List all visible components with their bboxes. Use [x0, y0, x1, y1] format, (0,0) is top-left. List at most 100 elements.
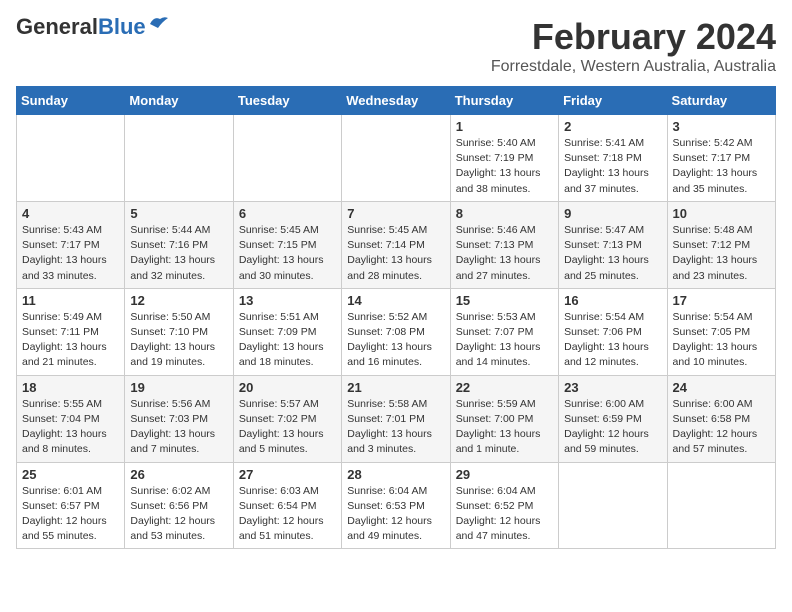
day-info: Sunrise: 5:40 AMSunset: 7:19 PMDaylight:…	[456, 136, 553, 197]
calendar-cell: 15 Sunrise: 5:53 AMSunset: 7:07 PMDayligh…	[450, 288, 558, 375]
page-header: GeneralBlue February 2024 Forrestdale, W…	[16, 16, 776, 76]
day-info: Sunrise: 5:56 AMSunset: 7:03 PMDaylight:…	[130, 397, 227, 458]
day-info: Sunrise: 5:47 AMSunset: 7:13 PMDaylight:…	[564, 223, 661, 284]
logo-text: GeneralBlue	[16, 16, 146, 38]
calendar-cell	[233, 115, 341, 202]
day-info: Sunrise: 5:42 AMSunset: 7:17 PMDaylight:…	[673, 136, 770, 197]
calendar-cell: 2 Sunrise: 5:41 AMSunset: 7:18 PMDaylight…	[559, 115, 667, 202]
day-info: Sunrise: 5:55 AMSunset: 7:04 PMDaylight:…	[22, 397, 119, 458]
day-number: 1	[456, 119, 553, 134]
day-info: Sunrise: 5:46 AMSunset: 7:13 PMDaylight:…	[456, 223, 553, 284]
calendar-cell	[559, 462, 667, 549]
weekday-header: Monday	[125, 87, 233, 115]
calendar-table: SundayMondayTuesdayWednesdayThursdayFrid…	[16, 86, 776, 549]
calendar-header-row: SundayMondayTuesdayWednesdayThursdayFrid…	[17, 87, 776, 115]
day-number: 17	[673, 293, 770, 308]
day-number: 29	[456, 467, 553, 482]
day-info: Sunrise: 6:04 AMSunset: 6:53 PMDaylight:…	[347, 484, 444, 545]
calendar-cell: 7Sunrise: 5:45 AMSunset: 7:14 PMDaylight…	[342, 201, 450, 288]
day-info: Sunrise: 5:54 AMSunset: 7:06 PMDaylight:…	[564, 310, 661, 371]
calendar-cell: 6Sunrise: 5:45 AMSunset: 7:15 PMDaylight…	[233, 201, 341, 288]
calendar-cell: 23Sunrise: 6:00 AMSunset: 6:59 PMDayligh…	[559, 375, 667, 462]
day-info: Sunrise: 5:59 AMSunset: 7:00 PMDaylight:…	[456, 397, 553, 458]
day-number: 14	[347, 293, 444, 308]
day-info: Sunrise: 6:03 AMSunset: 6:54 PMDaylight:…	[239, 484, 336, 545]
calendar-cell: 11 Sunrise: 5:49 AMSunset: 7:11 PMDayligh…	[17, 288, 125, 375]
calendar-cell	[667, 462, 775, 549]
calendar-cell: 25 Sunrise: 6:01 AMSunset: 6:57 PMDayligh…	[17, 462, 125, 549]
calendar-cell: 1 Sunrise: 5:40 AMSunset: 7:19 PMDaylight…	[450, 115, 558, 202]
month-title: February 2024	[491, 16, 776, 58]
day-number: 4	[22, 206, 119, 221]
day-number: 3	[673, 119, 770, 134]
calendar-week-row: 11 Sunrise: 5:49 AMSunset: 7:11 PMDayligh…	[17, 288, 776, 375]
day-number: 5	[130, 206, 227, 221]
day-number: 22	[456, 380, 553, 395]
day-info: Sunrise: 6:01 AMSunset: 6:57 PMDaylight:…	[22, 484, 119, 545]
day-info: Sunrise: 5:51 AMSunset: 7:09 PMDaylight:…	[239, 310, 336, 371]
day-info: Sunrise: 5:43 AMSunset: 7:17 PMDaylight:…	[22, 223, 119, 284]
calendar-cell: 22 Sunrise: 5:59 AMSunset: 7:00 PMDayligh…	[450, 375, 558, 462]
calendar-cell: 10 Sunrise: 5:48 AMSunset: 7:12 PMDayligh…	[667, 201, 775, 288]
day-number: 11	[22, 293, 119, 308]
day-number: 25	[22, 467, 119, 482]
day-number: 13	[239, 293, 336, 308]
day-info: Sunrise: 5:44 AMSunset: 7:16 PMDaylight:…	[130, 223, 227, 284]
day-info: Sunrise: 5:50 AMSunset: 7:10 PMDaylight:…	[130, 310, 227, 371]
calendar-week-row: 1 Sunrise: 5:40 AMSunset: 7:19 PMDaylight…	[17, 115, 776, 202]
calendar-cell: 8 Sunrise: 5:46 AMSunset: 7:13 PMDaylight…	[450, 201, 558, 288]
weekday-header: Saturday	[667, 87, 775, 115]
weekday-header: Wednesday	[342, 87, 450, 115]
calendar-cell	[342, 115, 450, 202]
calendar-cell: 24 Sunrise: 6:00 AMSunset: 6:58 PMDayligh…	[667, 375, 775, 462]
location-title: Forrestdale, Western Australia, Australi…	[491, 58, 776, 76]
day-info: Sunrise: 6:04 AMSunset: 6:52 PMDaylight:…	[456, 484, 553, 545]
day-info: Sunrise: 6:00 AMSunset: 6:58 PMDaylight:…	[673, 397, 770, 458]
calendar-cell: 12 Sunrise: 5:50 AMSunset: 7:10 PMDayligh…	[125, 288, 233, 375]
day-number: 10	[673, 206, 770, 221]
calendar-cell	[125, 115, 233, 202]
logo-bird-icon	[148, 14, 170, 32]
day-number: 24	[673, 380, 770, 395]
day-number: 26	[130, 467, 227, 482]
day-number: 28	[347, 467, 444, 482]
calendar-cell: 28 Sunrise: 6:04 AMSunset: 6:53 PMDayligh…	[342, 462, 450, 549]
logo-general: General	[16, 14, 98, 39]
calendar-cell: 3 Sunrise: 5:42 AMSunset: 7:17 PMDaylight…	[667, 115, 775, 202]
day-info: Sunrise: 5:45 AMSunset: 7:15 PMDaylight:…	[239, 223, 336, 284]
day-info: Sunrise: 5:48 AMSunset: 7:12 PMDaylight:…	[673, 223, 770, 284]
calendar-cell: 19Sunrise: 5:56 AMSunset: 7:03 PMDayligh…	[125, 375, 233, 462]
calendar-cell: 9 Sunrise: 5:47 AMSunset: 7:13 PMDaylight…	[559, 201, 667, 288]
day-info: Sunrise: 5:49 AMSunset: 7:11 PMDaylight:…	[22, 310, 119, 371]
calendar-cell: 5 Sunrise: 5:44 AMSunset: 7:16 PMDaylight…	[125, 201, 233, 288]
calendar-cell: 27 Sunrise: 6:03 AMSunset: 6:54 PMDayligh…	[233, 462, 341, 549]
title-area: February 2024 Forrestdale, Western Austr…	[491, 16, 776, 76]
day-number: 9	[564, 206, 661, 221]
day-info: Sunrise: 5:57 AMSunset: 7:02 PMDaylight:…	[239, 397, 336, 458]
day-info: Sunrise: 5:58 AMSunset: 7:01 PMDaylight:…	[347, 397, 444, 458]
day-number: 7	[347, 206, 444, 221]
day-info: Sunrise: 5:53 AMSunset: 7:07 PMDaylight:…	[456, 310, 553, 371]
weekday-header: Sunday	[17, 87, 125, 115]
day-info: Sunrise: 6:00 AMSunset: 6:59 PMDaylight:…	[564, 397, 661, 458]
calendar-cell: 29 Sunrise: 6:04 AMSunset: 6:52 PMDayligh…	[450, 462, 558, 549]
day-number: 15	[456, 293, 553, 308]
day-number: 16	[564, 293, 661, 308]
day-number: 21	[347, 380, 444, 395]
day-number: 12	[130, 293, 227, 308]
calendar-cell: 14 Sunrise: 5:52 AMSunset: 7:08 PMDayligh…	[342, 288, 450, 375]
weekday-header: Thursday	[450, 87, 558, 115]
day-info: Sunrise: 5:54 AMSunset: 7:05 PMDaylight:…	[673, 310, 770, 371]
calendar-cell: 17 Sunrise: 5:54 AMSunset: 7:05 PMDayligh…	[667, 288, 775, 375]
day-number: 27	[239, 467, 336, 482]
day-info: Sunrise: 5:52 AMSunset: 7:08 PMDaylight:…	[347, 310, 444, 371]
logo-blue: Blue	[98, 14, 146, 39]
calendar-week-row: 4 Sunrise: 5:43 AMSunset: 7:17 PMDaylight…	[17, 201, 776, 288]
weekday-header: Tuesday	[233, 87, 341, 115]
day-info: Sunrise: 5:41 AMSunset: 7:18 PMDaylight:…	[564, 136, 661, 197]
calendar-cell: 18 Sunrise: 5:55 AMSunset: 7:04 PMDayligh…	[17, 375, 125, 462]
day-number: 8	[456, 206, 553, 221]
day-number: 2	[564, 119, 661, 134]
day-number: 18	[22, 380, 119, 395]
calendar-cell: 4 Sunrise: 5:43 AMSunset: 7:17 PMDaylight…	[17, 201, 125, 288]
